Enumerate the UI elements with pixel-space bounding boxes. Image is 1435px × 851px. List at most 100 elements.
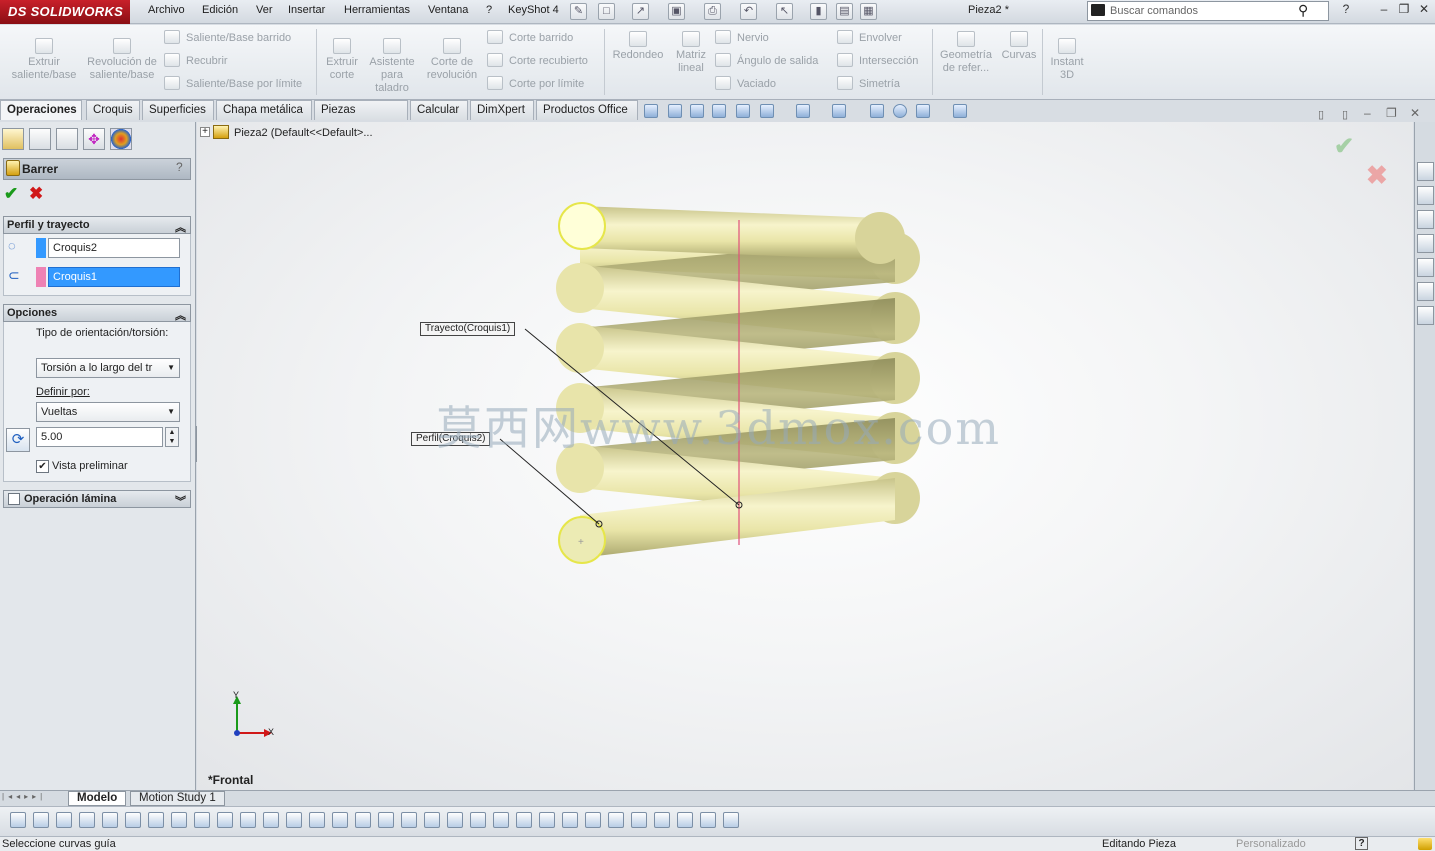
- group-opciones[interactable]: Opciones ︽: [3, 304, 191, 322]
- curves-button[interactable]: Curvas: [1000, 31, 1038, 62]
- line-icon[interactable]: [125, 812, 141, 828]
- rebuild-sketch-icon[interactable]: [700, 812, 716, 828]
- shell-button[interactable]: Vaciado: [715, 76, 831, 91]
- menu-ventana[interactable]: Ventana: [428, 4, 468, 16]
- move-icon[interactable]: [401, 812, 417, 828]
- confirm-cancel-icon[interactable]: ✖: [1366, 160, 1388, 191]
- construction-icon[interactable]: [585, 812, 601, 828]
- display-manager-tab-icon[interactable]: [110, 128, 132, 150]
- point-icon[interactable]: [263, 812, 279, 828]
- rectangle-icon[interactable]: [148, 812, 164, 828]
- print-icon[interactable]: ⎙: [704, 3, 721, 20]
- tab-scroll-arrows-icon[interactable]: |◂◂▸▸|: [2, 792, 46, 801]
- fillet-sketch-icon[interactable]: [493, 812, 509, 828]
- mirror-button[interactable]: Simetría: [837, 76, 927, 91]
- rebuild-status-icon[interactable]: [1418, 838, 1432, 850]
- options-icon[interactable]: ▦: [860, 3, 877, 20]
- exit-sketch-icon[interactable]: [723, 812, 739, 828]
- intersect-button[interactable]: Intersección: [837, 53, 927, 68]
- hide-show-icon[interactable]: [832, 104, 846, 118]
- tab-piezas-soldadas[interactable]: Piezas soldadas: [314, 100, 408, 134]
- polygon-icon[interactable]: [217, 812, 233, 828]
- dimxpert-manager-tab-icon[interactable]: ✥: [83, 128, 105, 150]
- feature-tree-root[interactable]: Pieza2 (Default<<Default>...: [234, 127, 373, 139]
- help-icon[interactable]: ?: [1338, 2, 1354, 20]
- swept-cut-button[interactable]: Corte barrido: [487, 30, 599, 45]
- turns-direction-icon[interactable]: ⟳: [6, 428, 30, 452]
- fillet-button[interactable]: Redondeo: [608, 31, 668, 62]
- tab-dimxpert[interactable]: DimXpert: [470, 100, 534, 120]
- rebuild-icon[interactable]: ▮: [810, 3, 827, 20]
- filter-edges-icon[interactable]: [56, 812, 72, 828]
- offset-icon[interactable]: [309, 812, 325, 828]
- swept-boss-button[interactable]: Saliente/Base barrido: [164, 30, 314, 45]
- cancel-x-icon[interactable]: ✖: [29, 184, 43, 204]
- file-explorer-icon[interactable]: [1417, 234, 1434, 253]
- appearances-icon[interactable]: [1417, 282, 1434, 301]
- menu-help[interactable]: ?: [486, 4, 492, 16]
- doc-close-icon[interactable]: ✕: [1410, 106, 1420, 120]
- section-view-icon[interactable]: [736, 104, 750, 118]
- display-style-icon[interactable]: [796, 104, 810, 118]
- convert-icon[interactable]: [355, 812, 371, 828]
- tile-right-icon[interactable]: ▯: [1342, 108, 1348, 121]
- view-settings-icon[interactable]: [916, 104, 930, 118]
- circle-icon[interactable]: [171, 812, 187, 828]
- pin-icon[interactable]: ✎: [570, 3, 587, 20]
- spline-icon[interactable]: [240, 812, 256, 828]
- tab-productos-office[interactable]: Productos Office: [536, 100, 638, 120]
- status-units[interactable]: Personalizado: [1236, 838, 1306, 850]
- save-icon[interactable]: ▣: [668, 3, 685, 20]
- expand-chevron-icon[interactable]: ︾: [175, 493, 186, 509]
- collapse-chevron-icon[interactable]: ︽: [175, 307, 186, 323]
- instant3d-button[interactable]: Instant 3D: [1046, 38, 1088, 82]
- confirm-ok-icon[interactable]: ✔: [1334, 132, 1354, 161]
- previous-view-icon[interactable]: [712, 104, 726, 118]
- boundary-cut-button[interactable]: Corte por límite: [487, 76, 599, 91]
- extrude-cut-button[interactable]: Extruir corte: [322, 38, 362, 82]
- tab-chapa-metalica[interactable]: Chapa metálica: [216, 100, 312, 120]
- path-selection-field[interactable]: Croquis1: [48, 267, 180, 287]
- rib-button[interactable]: Nervio: [715, 30, 831, 45]
- doc-minimize-icon[interactable]: –: [1364, 106, 1371, 120]
- design-library-icon[interactable]: [1417, 210, 1434, 229]
- arc-icon[interactable]: [194, 812, 210, 828]
- new-document-icon[interactable]: □: [598, 3, 615, 20]
- apply-scene-icon[interactable]: [893, 104, 907, 118]
- menu-keyshot[interactable]: KeyShot 4: [508, 4, 559, 16]
- feature-manager-tab-icon[interactable]: [2, 128, 24, 150]
- dimension-icon[interactable]: [470, 812, 486, 828]
- wrap-button[interactable]: Envolver: [837, 30, 927, 45]
- group-perfil-trayecto[interactable]: Perfil y trayecto ︽: [3, 216, 191, 234]
- filter-icon[interactable]: [10, 812, 26, 828]
- select-other-icon[interactable]: [102, 812, 118, 828]
- tab-superficies[interactable]: Superficies: [142, 100, 214, 120]
- tile-left-icon[interactable]: ▯: [1318, 108, 1324, 121]
- ok-check-icon[interactable]: ✔: [4, 184, 18, 204]
- define-by-dropdown[interactable]: Vueltas: [36, 402, 180, 422]
- text-icon[interactable]: [539, 812, 555, 828]
- restore-icon[interactable]: ❐: [1396, 2, 1412, 20]
- hide-icon[interactable]: [677, 812, 693, 828]
- status-help-icon[interactable]: ?: [1355, 837, 1368, 850]
- tab-croquis[interactable]: Croquis: [86, 100, 140, 120]
- mirror-entities-icon[interactable]: [378, 812, 394, 828]
- turns-spinner-arrows[interactable]: ▲ ▼: [165, 427, 179, 447]
- menu-edicion[interactable]: Edición: [202, 4, 238, 16]
- lofted-cut-button[interactable]: Corte recubierto: [487, 53, 599, 68]
- hole-wizard-button[interactable]: Asistente para taladro: [366, 38, 418, 95]
- group-operacion-lamina[interactable]: Operación lámina ︾: [3, 490, 191, 508]
- centerline-icon[interactable]: [286, 812, 302, 828]
- close-icon[interactable]: ✕: [1416, 2, 1432, 20]
- undo-icon[interactable]: ↶: [740, 3, 757, 20]
- menu-herramientas[interactable]: Herramientas: [344, 4, 410, 16]
- select-icon[interactable]: ↖: [776, 3, 793, 20]
- tab-modelo[interactable]: Modelo: [68, 791, 127, 806]
- trim-icon[interactable]: [332, 812, 348, 828]
- menu-archivo[interactable]: Archivo: [148, 4, 185, 16]
- open-icon[interactable]: ↗: [632, 3, 649, 20]
- select-icon[interactable]: [79, 812, 95, 828]
- minimize-icon[interactable]: –: [1376, 2, 1392, 20]
- pattern-icon[interactable]: [424, 812, 440, 828]
- grid-icon[interactable]: [608, 812, 624, 828]
